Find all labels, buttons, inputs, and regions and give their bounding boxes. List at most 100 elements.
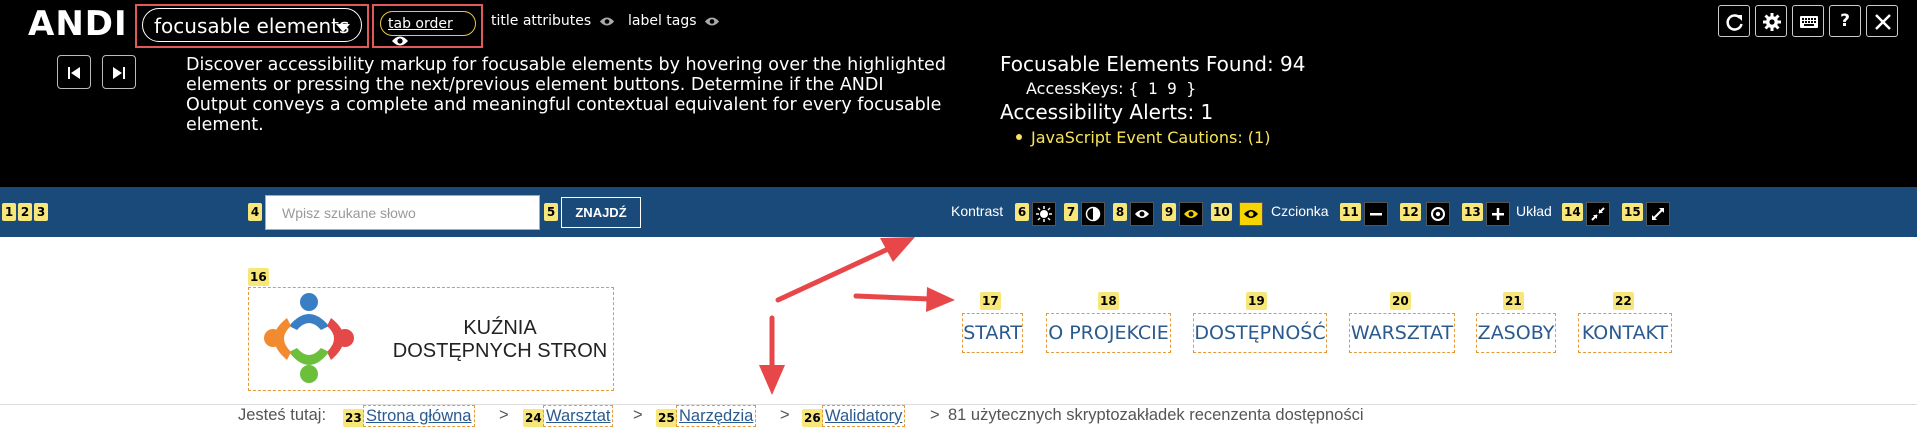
- eye-icon: [1184, 210, 1198, 218]
- gear-icon: [1763, 13, 1781, 31]
- menu-item-start[interactable]: START: [962, 313, 1023, 353]
- menu-item-dostepnosc[interactable]: DOSTĘPNOŚĆ: [1193, 313, 1327, 353]
- focus-badge-2: 2: [18, 203, 32, 221]
- arrowhead-icon: [759, 365, 785, 395]
- access-keys-label: AccessKeys:: [1026, 79, 1124, 98]
- settings-button[interactable]: [1755, 5, 1787, 37]
- module-select[interactable]: focusable elements: [142, 8, 362, 42]
- focus-badge-18: 18: [1098, 292, 1119, 310]
- keyboard-icon: [1800, 16, 1818, 28]
- font-reset-button[interactable]: [1426, 202, 1450, 226]
- contrast-label: Kontrast: [951, 203, 1004, 219]
- breadcrumb-link-warsztat[interactable]: Warsztat: [543, 405, 614, 427]
- accessibility-alerts: Accessibility Alerts: 1: [1000, 100, 1214, 124]
- module-description: Discover accessibility markup for focusa…: [186, 55, 946, 135]
- access-keys: AccessKeys: { 1 9 }: [1026, 79, 1306, 98]
- find-button[interactable]: ZNAJDŹ: [561, 197, 641, 228]
- expand-icon: [1652, 208, 1664, 220]
- focus-badge-10: 10: [1211, 203, 1232, 221]
- layout-narrow-button[interactable]: [1586, 202, 1610, 226]
- bullet-icon: [1016, 134, 1022, 140]
- site-logo-text: KUŹNIA DOSTĘPNYCH STRON: [385, 317, 615, 363]
- title-attributes-button[interactable]: title attributes: [491, 13, 615, 29]
- focus-badge-8: 8: [1113, 203, 1127, 221]
- focus-badge-19: 19: [1246, 292, 1267, 310]
- help-label: ?: [1840, 11, 1850, 31]
- tab-order-label: tab order: [388, 16, 453, 32]
- skip-next-icon: [113, 67, 125, 79]
- tab-order-button[interactable]: tab order: [380, 11, 476, 46]
- chevron-down-icon: [336, 24, 350, 32]
- focus-badge-15: 15: [1622, 203, 1643, 221]
- andi-logo: ANDI: [28, 4, 128, 44]
- contrast-black-yellow-button[interactable]: [1239, 202, 1263, 226]
- contrast-bw-button[interactable]: [1081, 202, 1105, 226]
- close-button[interactable]: [1866, 5, 1898, 37]
- previous-element-button[interactable]: [57, 55, 91, 89]
- help-button[interactable]: ?: [1829, 5, 1861, 37]
- module-select-label: focusable elements: [154, 14, 350, 38]
- breadcrumb-separator: >: [499, 406, 509, 424]
- contrast-bw-eye-button[interactable]: [1130, 202, 1154, 226]
- focus-badge-25: 25: [656, 409, 677, 427]
- sun-icon: [1036, 206, 1052, 222]
- focus-badge-23: 23: [343, 409, 364, 427]
- eye-icon: [599, 17, 614, 26]
- keyboard-button[interactable]: [1792, 5, 1824, 37]
- javascript-caution[interactable]: JavaScript Event Cautions: (1): [1016, 128, 1306, 147]
- focus-badge-26: 26: [802, 409, 823, 427]
- breadcrumb-link-home[interactable]: Strona główna: [363, 405, 475, 427]
- focus-badge-6: 6: [1015, 203, 1029, 221]
- focus-badge-11: 11: [1340, 203, 1361, 221]
- skip-previous-icon: [68, 67, 80, 79]
- menu-item-warsztat[interactable]: WARSZTAT: [1349, 313, 1455, 353]
- breadcrumb-link-walidatory[interactable]: Walidatory: [822, 405, 906, 427]
- refresh-icon: [1726, 14, 1743, 31]
- font-label: Czcionka: [1271, 203, 1329, 219]
- focus-badge-13: 13: [1462, 203, 1483, 221]
- focus-badge-4: 4: [248, 203, 262, 221]
- layout-label: Układ: [1516, 203, 1552, 219]
- half-circle-icon: [1085, 206, 1101, 222]
- access-keys-value[interactable]: { 1 9 }: [1129, 79, 1196, 98]
- menu-item-kontakt[interactable]: KONTAKT: [1578, 313, 1672, 353]
- eye-icon: [392, 36, 408, 46]
- breadcrumb-current: 81 użytecznych skryptozakładek recenzent…: [948, 406, 1364, 424]
- font-decrease-button[interactable]: [1364, 202, 1388, 226]
- menu-item-o-projekcie[interactable]: O PROJEKCIE: [1046, 313, 1171, 353]
- contrast-default-button[interactable]: [1032, 202, 1056, 226]
- search-input[interactable]: Wpisz szukane słowo: [265, 195, 540, 230]
- next-element-button[interactable]: [102, 55, 136, 89]
- focus-badge-1: 1: [2, 203, 16, 221]
- focus-badge-7: 7: [1064, 203, 1078, 221]
- elements-found: Focusable Elements Found: 94: [1000, 52, 1306, 76]
- layout-wide-button[interactable]: [1646, 202, 1670, 226]
- breadcrumb-prefix: Jesteś tutaj:: [238, 406, 327, 424]
- arrowhead-icon: [880, 237, 915, 262]
- results-summary: Focusable Elements Found: 94 AccessKeys:…: [1000, 52, 1306, 147]
- eye-icon: [1135, 210, 1149, 218]
- contrast-yellow-black-button[interactable]: [1179, 202, 1203, 226]
- focus-badge-16: 16: [248, 268, 269, 286]
- close-icon: [1875, 14, 1891, 30]
- arrowhead-icon: [926, 287, 955, 312]
- focus-badge-17: 17: [980, 292, 1001, 310]
- javascript-caution-label: JavaScript Event Cautions: (1): [1031, 128, 1271, 147]
- refresh-button[interactable]: [1718, 5, 1750, 37]
- compress-icon: [1591, 207, 1605, 221]
- reset-circle-icon: [1431, 207, 1445, 221]
- label-tags-button[interactable]: label tags: [628, 13, 720, 29]
- focus-badge-20: 20: [1390, 292, 1411, 310]
- logo-line-2: DOSTĘPNYCH STRON: [392, 340, 608, 362]
- label-tags-label: label tags: [628, 13, 697, 29]
- arrow-to-menu-icon: [853, 293, 933, 302]
- breadcrumb-divider: [0, 404, 1917, 405]
- focus-badge-9: 9: [1162, 203, 1176, 221]
- focus-badge-12: 12: [1400, 203, 1421, 221]
- menu-item-zasoby[interactable]: ZASOBY: [1476, 313, 1556, 353]
- minus-icon: [1370, 213, 1382, 216]
- logo-line-1: KUŹNIA: [463, 317, 537, 339]
- font-increase-button[interactable]: [1486, 202, 1510, 226]
- breadcrumb-link-narzedzia[interactable]: Narzędzia: [676, 405, 757, 427]
- focus-badge-14: 14: [1562, 203, 1583, 221]
